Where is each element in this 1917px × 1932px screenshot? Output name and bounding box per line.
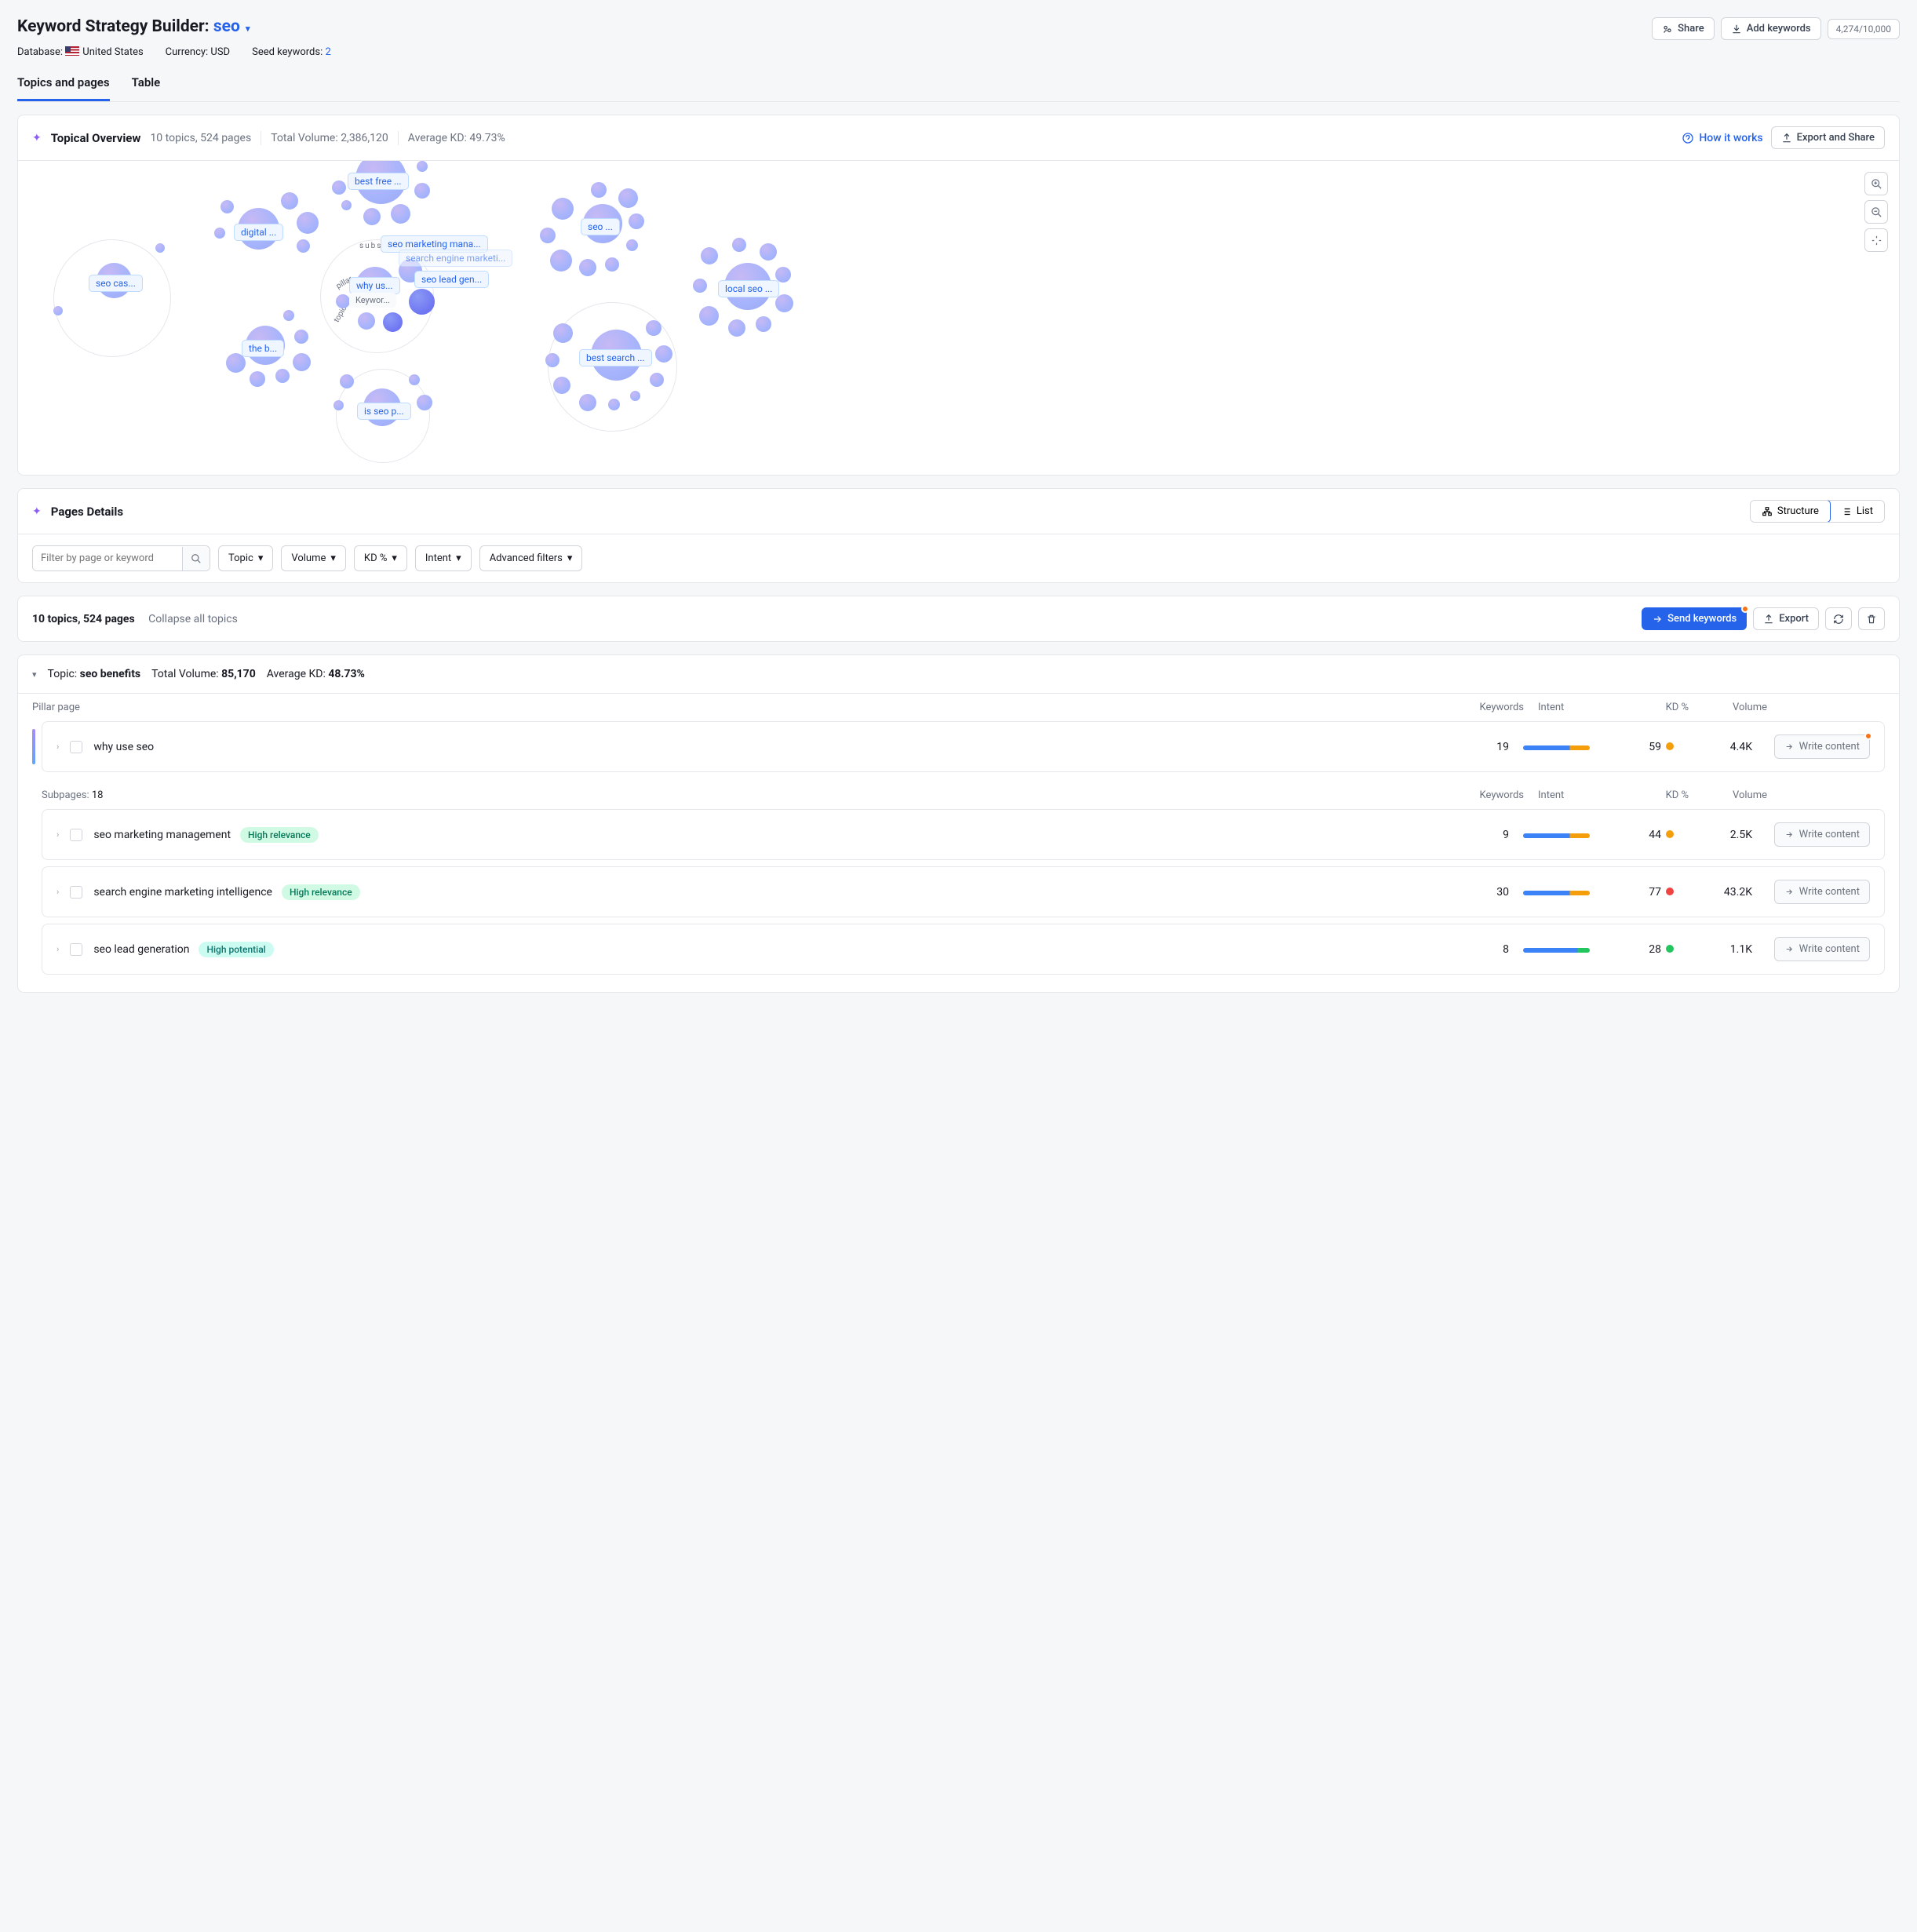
cluster-viz[interactable]: seo cas... digital ... the b... bbox=[18, 161, 1899, 475]
zoom-out-button[interactable] bbox=[1864, 200, 1888, 224]
kd-dot bbox=[1666, 888, 1674, 895]
info-icon bbox=[1682, 132, 1694, 144]
export-button[interactable]: Export bbox=[1753, 607, 1819, 630]
chevron-down-icon[interactable]: ▾ bbox=[32, 669, 37, 680]
download-icon bbox=[1731, 24, 1742, 35]
row-checkbox[interactable] bbox=[70, 943, 82, 956]
expand-row[interactable]: › bbox=[56, 944, 59, 954]
subpage-row: › seo marketing managementHigh relevance… bbox=[42, 809, 1885, 860]
cluster-local-seo[interactable]: local seo ... bbox=[718, 280, 779, 297]
intent-bar bbox=[1523, 833, 1590, 838]
cluster-is-seo[interactable]: is seo p... bbox=[357, 403, 411, 420]
chevron-down-icon: ▾ bbox=[567, 552, 573, 564]
recenter-button[interactable] bbox=[1864, 228, 1888, 252]
arrow-icon bbox=[1784, 742, 1795, 752]
search-button[interactable] bbox=[182, 547, 210, 570]
seed-link[interactable]: 2 bbox=[325, 46, 330, 58]
action-bar: 10 topics, 524 pages Collapse all topics… bbox=[17, 596, 1900, 642]
row-checkbox[interactable] bbox=[70, 829, 82, 841]
page-title: Keyword Strategy Builder: seo ▾ bbox=[17, 17, 250, 36]
topic-filter[interactable]: Topic ▾ bbox=[218, 545, 273, 571]
cluster-seo-lead[interactable]: seo lead gen... bbox=[414, 271, 489, 288]
how-it-works-link[interactable]: How it works bbox=[1682, 132, 1762, 144]
share-icon bbox=[1662, 24, 1673, 35]
share-button[interactable]: Share bbox=[1652, 17, 1715, 40]
filter-input[interactable] bbox=[33, 546, 182, 570]
chevron-down-icon: ▾ bbox=[246, 24, 250, 34]
trash-icon bbox=[1866, 614, 1877, 625]
structure-toggle[interactable]: Structure bbox=[1750, 500, 1831, 523]
cluster-why-us[interactable]: why us... bbox=[349, 277, 400, 294]
cluster-search-eng[interactable]: search engine marketi... bbox=[399, 250, 512, 267]
subpage-row: › search engine marketing intelligenceHi… bbox=[42, 866, 1885, 917]
send-keywords-button[interactable]: Send keywords bbox=[1642, 607, 1747, 630]
details-title: Pages Details bbox=[51, 505, 123, 519]
view-toggle: Structure List bbox=[1750, 500, 1885, 523]
row-checkbox[interactable] bbox=[70, 886, 82, 899]
meta-bar: Database: United States Currency: USD Se… bbox=[17, 46, 1900, 58]
sparkle-icon: ✦ bbox=[32, 505, 42, 518]
row-checkbox[interactable] bbox=[70, 741, 82, 753]
relevance-badge: High potential bbox=[199, 942, 273, 957]
refresh-button[interactable] bbox=[1825, 607, 1852, 630]
chevron-down-icon: ▾ bbox=[392, 552, 397, 564]
kd-dot bbox=[1666, 830, 1674, 838]
write-content-button[interactable]: Write content bbox=[1774, 880, 1870, 904]
list-icon bbox=[1841, 506, 1852, 517]
write-content-button[interactable]: Write content bbox=[1774, 822, 1870, 847]
kd-dot bbox=[1666, 945, 1674, 953]
cluster-seo[interactable]: seo ... bbox=[581, 218, 620, 235]
upload-icon bbox=[1781, 133, 1792, 144]
upload-icon bbox=[1763, 614, 1774, 625]
chevron-down-icon: ▾ bbox=[258, 552, 264, 564]
subpage-row: › seo lead generationHigh potential 8 28… bbox=[42, 924, 1885, 975]
topical-overview-card: ✦ Topical Overview 10 topics, 524 pages … bbox=[17, 115, 1900, 476]
zoom-in-button[interactable] bbox=[1864, 172, 1888, 195]
chevron-down-icon: ▾ bbox=[456, 552, 461, 564]
list-toggle[interactable]: List bbox=[1830, 501, 1884, 522]
export-share-button[interactable]: Export and Share bbox=[1771, 126, 1885, 149]
chevron-down-icon: ▾ bbox=[330, 552, 336, 564]
advanced-filter[interactable]: Advanced filters ▾ bbox=[479, 545, 583, 571]
kd-dot bbox=[1666, 742, 1674, 750]
volume-filter[interactable]: Volume ▾ bbox=[281, 545, 346, 571]
intent-bar bbox=[1523, 948, 1590, 953]
expand-row[interactable]: › bbox=[56, 742, 59, 752]
tab-table[interactable]: Table bbox=[132, 75, 161, 101]
overview-title: Topical Overview bbox=[51, 131, 141, 145]
cluster-best-free[interactable]: best free ... bbox=[348, 173, 409, 190]
delete-button[interactable] bbox=[1858, 607, 1885, 630]
relevance-badge: High relevance bbox=[240, 827, 319, 843]
intent-bar bbox=[1523, 891, 1590, 895]
cluster-why-us-sub: Keywor... bbox=[349, 293, 396, 308]
tab-topics[interactable]: Topics and pages bbox=[17, 75, 110, 101]
add-keywords-button[interactable]: Add keywords bbox=[1721, 17, 1821, 40]
cluster-best-search[interactable]: best search ... bbox=[579, 349, 652, 366]
relevance-badge: High relevance bbox=[282, 884, 360, 900]
refresh-icon bbox=[1833, 614, 1844, 625]
write-content-button[interactable]: Write content bbox=[1774, 937, 1870, 961]
cluster-the-b[interactable]: the b... bbox=[242, 340, 284, 357]
intent-bar bbox=[1523, 745, 1590, 750]
filter-field bbox=[32, 545, 210, 571]
intent-filter[interactable]: Intent ▾ bbox=[415, 545, 472, 571]
structure-icon bbox=[1762, 506, 1773, 517]
pillar-row: › why use seo 19 59 4.4K Write content bbox=[42, 721, 1885, 772]
search-icon bbox=[191, 553, 202, 564]
us-flag-icon bbox=[65, 46, 79, 56]
cluster-digital[interactable]: digital ... bbox=[234, 224, 283, 241]
cluster-seo-cas[interactable]: seo cas... bbox=[89, 275, 143, 292]
write-content-button[interactable]: Write content bbox=[1774, 735, 1870, 759]
collapse-all[interactable]: Collapse all topics bbox=[148, 613, 238, 625]
list-selector[interactable]: seo ▾ bbox=[213, 17, 250, 36]
expand-row[interactable]: › bbox=[56, 887, 59, 897]
tabs: Topics and pages Table bbox=[17, 75, 1900, 102]
topic-group: ▾ Topic: seo benefits Total Volume: 85,1… bbox=[17, 654, 1900, 993]
pages-details-card: ✦ Pages Details Structure List Topic ▾ V… bbox=[17, 488, 1900, 583]
expand-row[interactable]: › bbox=[56, 829, 59, 840]
kd-filter[interactable]: KD % ▾ bbox=[354, 545, 407, 571]
sparkle-icon: ✦ bbox=[32, 132, 42, 144]
send-icon bbox=[1652, 614, 1663, 625]
keyword-counter: 4,274/10,000 bbox=[1828, 19, 1900, 39]
